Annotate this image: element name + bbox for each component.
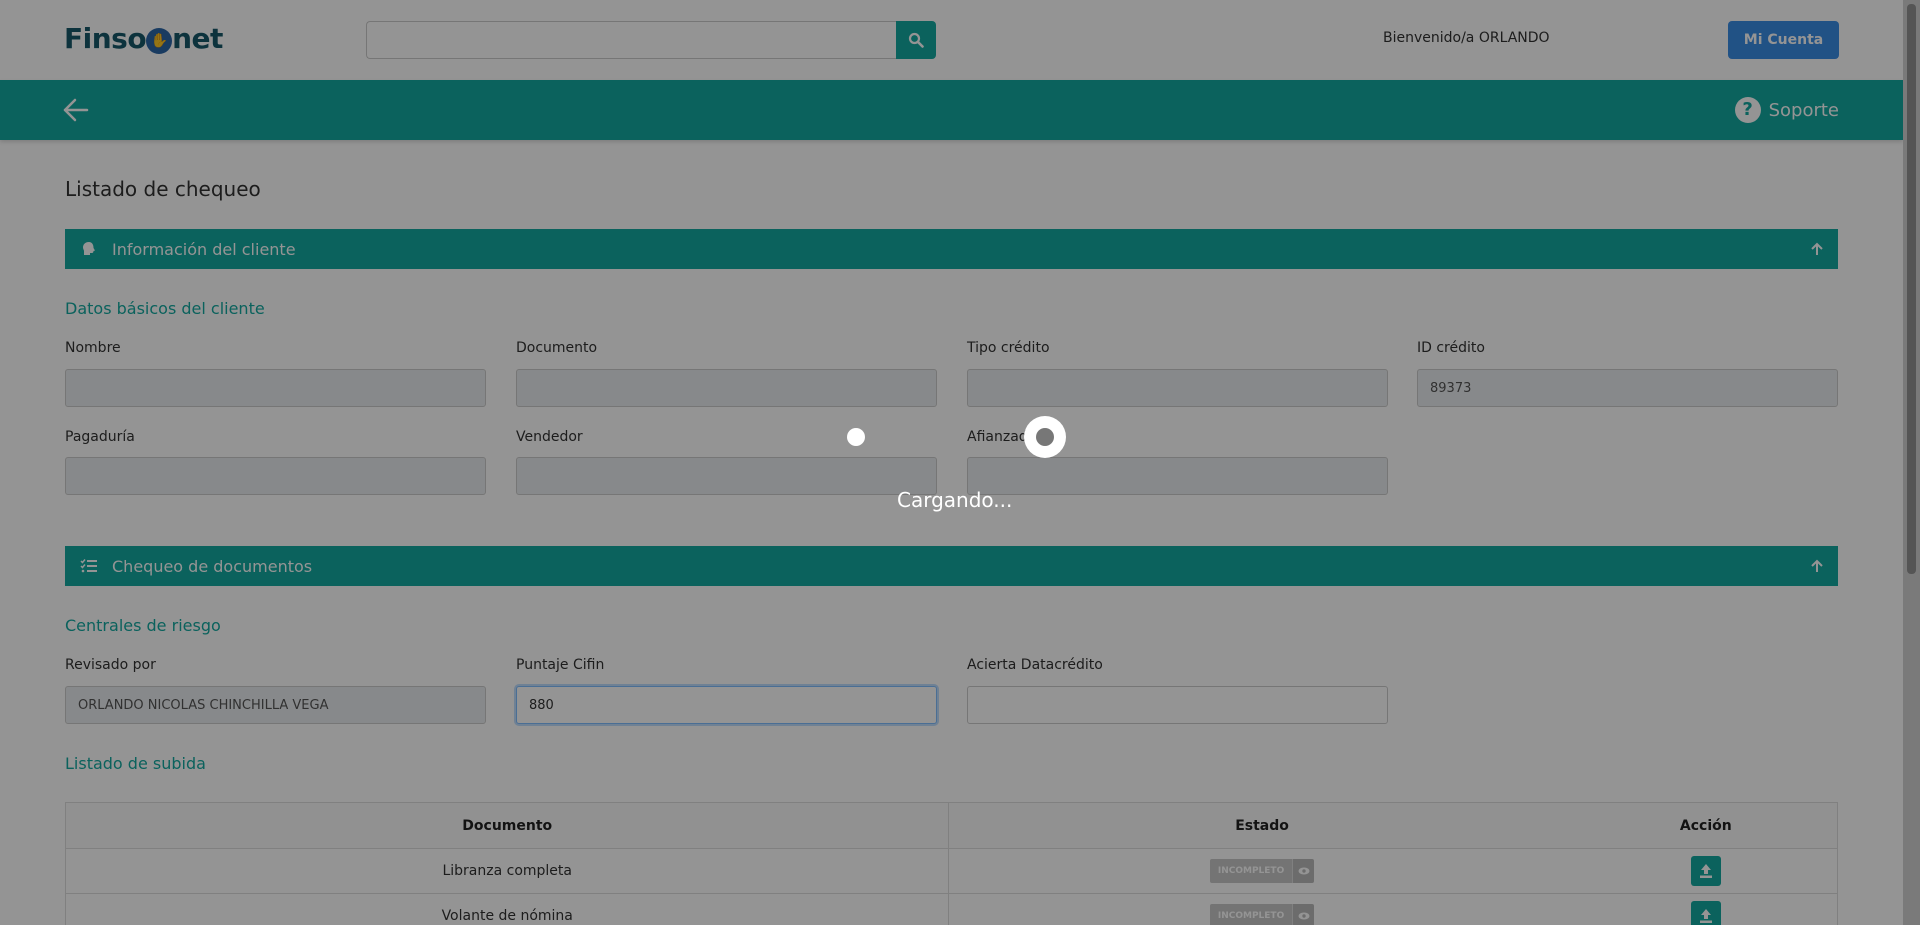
loader-dot-small: [847, 428, 865, 446]
page-scrollbar[interactable]: [1903, 0, 1920, 925]
loading-text: Cargando...: [897, 488, 1013, 512]
loader-dot-inner: [1036, 428, 1054, 446]
scrollbar-thumb[interactable]: [1907, 4, 1916, 574]
loader-dot-large: [1024, 416, 1066, 458]
loading-overlay: Cargando...: [0, 0, 1903, 925]
